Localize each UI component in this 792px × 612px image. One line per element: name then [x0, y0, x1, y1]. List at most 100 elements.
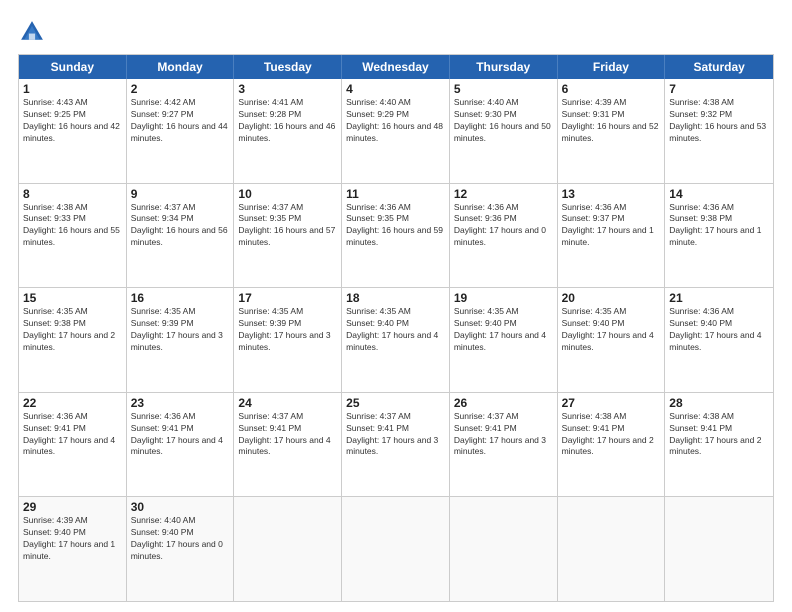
cell-sun-info: Sunrise: 4:36 AMSunset: 9:36 PMDaylight:… [454, 202, 553, 250]
calendar-cell: 13Sunrise: 4:36 AMSunset: 9:37 PMDayligh… [558, 184, 666, 288]
calendar-cell: 20Sunrise: 4:35 AMSunset: 9:40 PMDayligh… [558, 288, 666, 392]
calendar-cell [450, 497, 558, 601]
cell-sun-info: Sunrise: 4:40 AMSunset: 9:30 PMDaylight:… [454, 97, 553, 145]
cell-sun-info: Sunrise: 4:35 AMSunset: 9:38 PMDaylight:… [23, 306, 122, 354]
calendar-row: 8Sunrise: 4:38 AMSunset: 9:33 PMDaylight… [19, 184, 773, 289]
cell-sun-info: Sunrise: 4:40 AMSunset: 9:40 PMDaylight:… [131, 515, 230, 563]
calendar-cell: 5Sunrise: 4:40 AMSunset: 9:30 PMDaylight… [450, 79, 558, 183]
calendar-header: SundayMondayTuesdayWednesdayThursdayFrid… [19, 55, 773, 79]
calendar-cell [234, 497, 342, 601]
calendar: SundayMondayTuesdayWednesdayThursdayFrid… [18, 54, 774, 602]
cell-sun-info: Sunrise: 4:35 AMSunset: 9:40 PMDaylight:… [454, 306, 553, 354]
calendar-cell: 21Sunrise: 4:36 AMSunset: 9:40 PMDayligh… [665, 288, 773, 392]
cell-sun-info: Sunrise: 4:36 AMSunset: 9:40 PMDaylight:… [669, 306, 769, 354]
cell-day-number: 12 [454, 187, 553, 201]
cell-day-number: 24 [238, 396, 337, 410]
calendar-cell: 27Sunrise: 4:38 AMSunset: 9:41 PMDayligh… [558, 393, 666, 497]
calendar-cell [665, 497, 773, 601]
calendar-cell: 26Sunrise: 4:37 AMSunset: 9:41 PMDayligh… [450, 393, 558, 497]
calendar-cell: 9Sunrise: 4:37 AMSunset: 9:34 PMDaylight… [127, 184, 235, 288]
cell-sun-info: Sunrise: 4:37 AMSunset: 9:41 PMDaylight:… [346, 411, 445, 459]
cell-day-number: 30 [131, 500, 230, 514]
cell-sun-info: Sunrise: 4:38 AMSunset: 9:41 PMDaylight:… [562, 411, 661, 459]
cell-day-number: 2 [131, 82, 230, 96]
cell-day-number: 1 [23, 82, 122, 96]
cell-day-number: 29 [23, 500, 122, 514]
cell-day-number: 21 [669, 291, 769, 305]
calendar-cell: 6Sunrise: 4:39 AMSunset: 9:31 PMDaylight… [558, 79, 666, 183]
cell-sun-info: Sunrise: 4:42 AMSunset: 9:27 PMDaylight:… [131, 97, 230, 145]
cell-sun-info: Sunrise: 4:36 AMSunset: 9:41 PMDaylight:… [131, 411, 230, 459]
cell-day-number: 19 [454, 291, 553, 305]
calendar-cell: 1Sunrise: 4:43 AMSunset: 9:25 PMDaylight… [19, 79, 127, 183]
cell-day-number: 17 [238, 291, 337, 305]
cell-day-number: 27 [562, 396, 661, 410]
calendar-cell: 18Sunrise: 4:35 AMSunset: 9:40 PMDayligh… [342, 288, 450, 392]
cell-day-number: 18 [346, 291, 445, 305]
calendar-cell: 15Sunrise: 4:35 AMSunset: 9:38 PMDayligh… [19, 288, 127, 392]
cell-day-number: 16 [131, 291, 230, 305]
cell-day-number: 25 [346, 396, 445, 410]
calendar-cell: 14Sunrise: 4:36 AMSunset: 9:38 PMDayligh… [665, 184, 773, 288]
calendar-cell: 16Sunrise: 4:35 AMSunset: 9:39 PMDayligh… [127, 288, 235, 392]
cell-day-number: 5 [454, 82, 553, 96]
cell-day-number: 23 [131, 396, 230, 410]
cell-sun-info: Sunrise: 4:35 AMSunset: 9:40 PMDaylight:… [562, 306, 661, 354]
calendar-cell: 2Sunrise: 4:42 AMSunset: 9:27 PMDaylight… [127, 79, 235, 183]
cell-day-number: 14 [669, 187, 769, 201]
weekday-header: Saturday [665, 55, 773, 79]
calendar-cell: 30Sunrise: 4:40 AMSunset: 9:40 PMDayligh… [127, 497, 235, 601]
cell-day-number: 11 [346, 187, 445, 201]
cell-sun-info: Sunrise: 4:39 AMSunset: 9:31 PMDaylight:… [562, 97, 661, 145]
weekday-header: Thursday [450, 55, 558, 79]
cell-day-number: 15 [23, 291, 122, 305]
cell-sun-info: Sunrise: 4:37 AMSunset: 9:35 PMDaylight:… [238, 202, 337, 250]
cell-sun-info: Sunrise: 4:37 AMSunset: 9:41 PMDaylight:… [238, 411, 337, 459]
cell-sun-info: Sunrise: 4:37 AMSunset: 9:34 PMDaylight:… [131, 202, 230, 250]
calendar-cell: 3Sunrise: 4:41 AMSunset: 9:28 PMDaylight… [234, 79, 342, 183]
calendar-cell: 19Sunrise: 4:35 AMSunset: 9:40 PMDayligh… [450, 288, 558, 392]
cell-sun-info: Sunrise: 4:35 AMSunset: 9:39 PMDaylight:… [131, 306, 230, 354]
cell-sun-info: Sunrise: 4:38 AMSunset: 9:41 PMDaylight:… [669, 411, 769, 459]
cell-sun-info: Sunrise: 4:43 AMSunset: 9:25 PMDaylight:… [23, 97, 122, 145]
cell-day-number: 22 [23, 396, 122, 410]
weekday-header: Tuesday [234, 55, 342, 79]
calendar-cell: 28Sunrise: 4:38 AMSunset: 9:41 PMDayligh… [665, 393, 773, 497]
calendar-cell [342, 497, 450, 601]
cell-day-number: 13 [562, 187, 661, 201]
cell-sun-info: Sunrise: 4:35 AMSunset: 9:39 PMDaylight:… [238, 306, 337, 354]
calendar-cell: 24Sunrise: 4:37 AMSunset: 9:41 PMDayligh… [234, 393, 342, 497]
cell-sun-info: Sunrise: 4:39 AMSunset: 9:40 PMDaylight:… [23, 515, 122, 563]
cell-day-number: 9 [131, 187, 230, 201]
calendar-cell: 17Sunrise: 4:35 AMSunset: 9:39 PMDayligh… [234, 288, 342, 392]
page-header [18, 18, 774, 46]
cell-sun-info: Sunrise: 4:36 AMSunset: 9:38 PMDaylight:… [669, 202, 769, 250]
calendar-cell: 7Sunrise: 4:38 AMSunset: 9:32 PMDaylight… [665, 79, 773, 183]
cell-day-number: 8 [23, 187, 122, 201]
calendar-cell [558, 497, 666, 601]
logo-icon [18, 18, 46, 46]
calendar-cell: 4Sunrise: 4:40 AMSunset: 9:29 PMDaylight… [342, 79, 450, 183]
cell-sun-info: Sunrise: 4:38 AMSunset: 9:32 PMDaylight:… [669, 97, 769, 145]
cell-day-number: 20 [562, 291, 661, 305]
calendar-cell: 11Sunrise: 4:36 AMSunset: 9:35 PMDayligh… [342, 184, 450, 288]
cell-day-number: 6 [562, 82, 661, 96]
calendar-cell: 25Sunrise: 4:37 AMSunset: 9:41 PMDayligh… [342, 393, 450, 497]
calendar-cell: 12Sunrise: 4:36 AMSunset: 9:36 PMDayligh… [450, 184, 558, 288]
calendar-body: 1Sunrise: 4:43 AMSunset: 9:25 PMDaylight… [19, 79, 773, 601]
weekday-header: Monday [127, 55, 235, 79]
weekday-header: Wednesday [342, 55, 450, 79]
calendar-cell: 8Sunrise: 4:38 AMSunset: 9:33 PMDaylight… [19, 184, 127, 288]
calendar-row: 1Sunrise: 4:43 AMSunset: 9:25 PMDaylight… [19, 79, 773, 184]
cell-day-number: 7 [669, 82, 769, 96]
cell-sun-info: Sunrise: 4:36 AMSunset: 9:35 PMDaylight:… [346, 202, 445, 250]
cell-day-number: 28 [669, 396, 769, 410]
cell-day-number: 3 [238, 82, 337, 96]
calendar-cell: 29Sunrise: 4:39 AMSunset: 9:40 PMDayligh… [19, 497, 127, 601]
cell-sun-info: Sunrise: 4:36 AMSunset: 9:41 PMDaylight:… [23, 411, 122, 459]
calendar-row: 22Sunrise: 4:36 AMSunset: 9:41 PMDayligh… [19, 393, 773, 498]
weekday-header: Friday [558, 55, 666, 79]
cell-day-number: 10 [238, 187, 337, 201]
cell-sun-info: Sunrise: 4:37 AMSunset: 9:41 PMDaylight:… [454, 411, 553, 459]
calendar-cell: 22Sunrise: 4:36 AMSunset: 9:41 PMDayligh… [19, 393, 127, 497]
